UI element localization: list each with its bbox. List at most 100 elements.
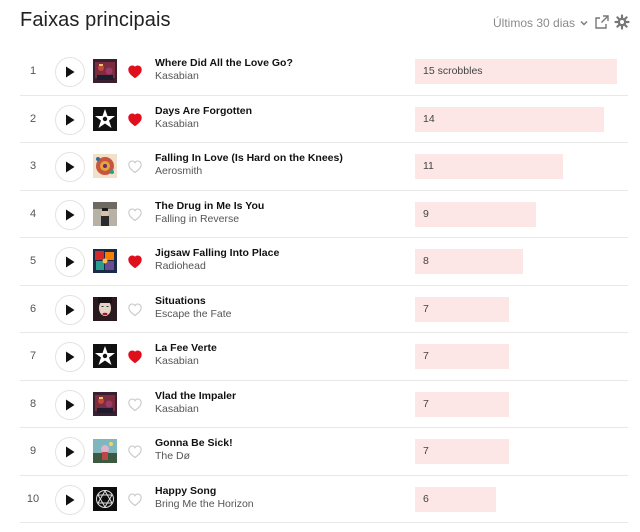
play-button[interactable]	[55, 389, 85, 420]
scrobble-bar[interactable]: 8	[415, 249, 523, 274]
track-info: Days Are Forgotten Kasabian	[155, 105, 405, 131]
track-title-link[interactable]: Gonna Be Sick!	[155, 437, 405, 450]
track-row: 5 Jigsaw Falling Into Place Radiohead 8	[20, 238, 628, 286]
gear-icon[interactable]	[614, 14, 630, 30]
track-info: Where Did All the Love Go? Kasabian	[155, 57, 405, 83]
track-title-link[interactable]: Situations	[155, 295, 405, 308]
scrobble-count: 7	[423, 302, 429, 315]
artist-link[interactable]: Kasabian	[155, 403, 405, 416]
heart-outline-icon[interactable]	[128, 492, 142, 506]
artist-link[interactable]: Kasabian	[155, 118, 405, 131]
scrobble-count: 8	[423, 255, 429, 267]
track-title-link[interactable]: Falling In Love (Is Hard on the Knees)	[155, 152, 405, 165]
play-button[interactable]	[55, 57, 85, 87]
track-title-link[interactable]: Happy Song	[155, 485, 405, 498]
track-title-link[interactable]: La Fee Verte	[155, 342, 405, 355]
album-art[interactable]	[93, 439, 117, 463]
album-art[interactable]	[93, 391, 117, 416]
scrobble-bar[interactable]: 6	[415, 486, 496, 512]
play-button[interactable]	[55, 294, 85, 325]
track-rank: 3	[29, 160, 37, 172]
album-art[interactable]	[93, 249, 117, 273]
artist-link[interactable]: The Dø	[155, 450, 405, 463]
album-art[interactable]	[93, 154, 117, 178]
play-icon	[66, 114, 75, 125]
track-info: Jigsaw Falling Into Place Radiohead	[155, 247, 405, 273]
track-rank: 4	[29, 207, 37, 220]
track-rank: 1	[29, 65, 37, 77]
track-title-link[interactable]: Where Did All the Love Go?	[155, 57, 405, 70]
scrobble-bar[interactable]: 15 scrobbles	[415, 59, 617, 84]
heart-filled-icon[interactable]	[128, 112, 142, 126]
artist-link[interactable]: Bring Me the Horizon	[155, 498, 405, 511]
play-icon	[66, 304, 75, 315]
artist-link[interactable]: Escape the Fate	[155, 308, 405, 321]
album-art[interactable]	[93, 296, 117, 321]
scrobble-bar[interactable]: 7	[415, 296, 509, 322]
album-art[interactable]	[93, 201, 117, 226]
artist-link[interactable]: Kasabian	[155, 70, 405, 83]
scrobble-count: 7	[423, 397, 429, 410]
scrobble-bar[interactable]: 11	[415, 154, 563, 179]
artist-link[interactable]: Radiohead	[155, 260, 405, 273]
heart-filled-icon[interactable]	[128, 65, 142, 78]
play-icon	[66, 446, 75, 458]
track-row: 9 Gonna Be Sick! The Dø 7	[20, 428, 628, 476]
play-button[interactable]	[55, 437, 85, 467]
scrobble-bar[interactable]: 7	[415, 391, 509, 417]
play-icon	[66, 494, 75, 505]
play-icon	[66, 66, 75, 78]
play-button[interactable]	[55, 342, 85, 372]
period-dropdown[interactable]: Últimos 30 dias	[493, 16, 589, 30]
artist-link[interactable]: Kasabian	[155, 355, 405, 368]
album-art[interactable]	[93, 106, 117, 131]
heart-outline-icon[interactable]	[128, 207, 142, 221]
play-button[interactable]	[55, 152, 85, 182]
share-icon[interactable]	[594, 14, 610, 30]
heart-outline-icon[interactable]	[128, 445, 142, 458]
scrobble-bar[interactable]: 7	[415, 439, 509, 464]
track-info: The Drug in Me Is You Falling in Reverse	[155, 200, 405, 226]
album-art[interactable]	[93, 59, 117, 83]
play-button[interactable]	[55, 199, 85, 230]
heart-filled-icon[interactable]	[128, 255, 142, 268]
album-art[interactable]	[93, 486, 117, 511]
heart-outline-icon[interactable]	[128, 160, 142, 173]
artist-link[interactable]: Aerosmith	[155, 165, 405, 178]
track-title-link[interactable]: Vlad the Impaler	[155, 390, 405, 403]
play-button[interactable]	[55, 484, 85, 515]
heart-filled-icon[interactable]	[128, 350, 142, 363]
heart-outline-icon[interactable]	[128, 397, 142, 411]
play-button[interactable]	[55, 247, 85, 277]
section-header: Faixas principais Últimos 30 dias	[0, 0, 640, 48]
track-info: Happy Song Bring Me the Horizon	[155, 485, 405, 511]
period-label: Últimos 30 dias	[493, 16, 576, 30]
track-row: 10 Happy Song Bring Me the Horizon 6	[20, 476, 628, 523]
track-rank: 10	[26, 492, 40, 505]
track-info: Gonna Be Sick! The Dø	[155, 437, 405, 463]
track-info: La Fee Verte Kasabian	[155, 342, 405, 368]
track-title-link[interactable]: The Drug in Me Is You	[155, 200, 405, 213]
play-icon	[66, 209, 75, 220]
track-title-link[interactable]: Jigsaw Falling Into Place	[155, 247, 405, 260]
track-title-link[interactable]: Days Are Forgotten	[155, 105, 405, 118]
play-icon	[66, 351, 75, 363]
track-info: Falling In Love (Is Hard on the Knees) Ae…	[155, 152, 405, 178]
scrobble-bar[interactable]: 9	[415, 201, 536, 227]
scrobble-bar[interactable]: 7	[415, 344, 509, 369]
scrobble-bar[interactable]: 14	[415, 106, 604, 132]
scrobble-count: 14	[423, 112, 435, 125]
scrobble-count: 15 scrobbles	[423, 65, 483, 77]
track-list: 1 Where Did All the Love Go? Kasabian 15 sc…	[20, 48, 628, 523]
album-art[interactable]	[93, 344, 117, 368]
track-row: 1 Where Did All the Love Go? Kasabian 15 sc…	[20, 48, 628, 96]
heart-outline-icon[interactable]	[128, 302, 142, 316]
scrobble-count: 11	[423, 160, 434, 172]
track-row: 4 The Drug in Me Is You Falling in Reverse…	[20, 191, 628, 238]
artist-link[interactable]: Falling in Reverse	[155, 213, 405, 226]
scrobble-count: 7	[423, 350, 429, 362]
track-info: Vlad the Impaler Kasabian	[155, 390, 405, 416]
play-button[interactable]	[55, 104, 85, 135]
chevron-down-icon	[580, 21, 588, 26]
track-row: 7 La Fee Verte Kasabian 7	[20, 333, 628, 381]
